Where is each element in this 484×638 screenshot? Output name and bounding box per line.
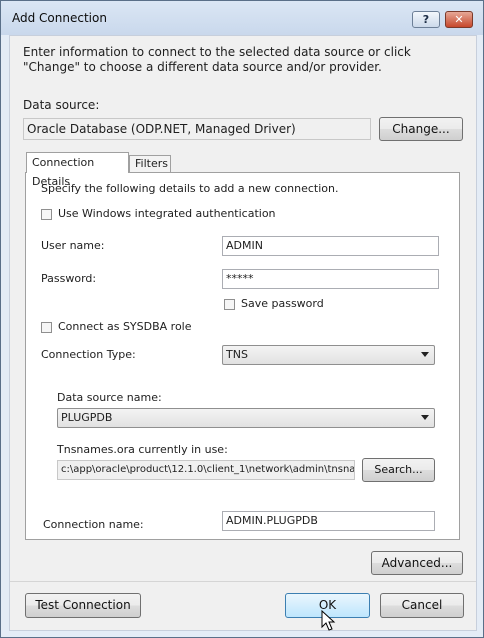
user-name-label: User name:: [41, 239, 105, 252]
chevron-down-icon: [421, 352, 429, 357]
connection-name-input[interactable]: ADMIN.PLUGPDB: [222, 511, 435, 531]
intro-text: Enter information to connect to the sele…: [23, 45, 411, 74]
password-input[interactable]: *****: [222, 269, 439, 289]
sysdba-checkbox[interactable]: [41, 322, 52, 333]
data-source-name-label: Data source name:: [57, 391, 162, 404]
add-connection-dialog: Add Connection ? ✕ Enter information to …: [0, 0, 484, 638]
data-source-name-value: PLUGPDB: [61, 411, 113, 424]
connection-type-value: TNS: [226, 348, 248, 361]
chevron-down-icon: [421, 415, 429, 420]
tnsnames-label: Tnsnames.ora currently in use:: [57, 443, 228, 456]
instructions-text: Specify the following details to add a n…: [41, 182, 339, 195]
sysdba-label: Connect as SYSDBA role: [58, 320, 192, 333]
data-source-field: Oracle Database (ODP.NET, Managed Driver…: [23, 118, 371, 140]
test-connection-button[interactable]: Test Connection: [25, 593, 141, 618]
tab-connection-details[interactable]: Connection Details: [26, 152, 129, 188]
connection-name-label: Connection name:: [43, 518, 144, 531]
user-name-input[interactable]: ADMIN: [222, 236, 439, 256]
password-label: Password:: [41, 272, 97, 285]
save-password-checkbox[interactable]: [224, 299, 235, 310]
windows-auth-label: Use Windows integrated authentication: [58, 207, 276, 220]
search-button[interactable]: Search...: [362, 458, 435, 482]
title-bar[interactable]: Add Connection ? ✕: [1, 1, 483, 35]
data-source-label: Data source:: [23, 98, 100, 112]
cancel-button[interactable]: Cancel: [380, 593, 464, 618]
tab-filters[interactable]: Filters: [129, 155, 171, 173]
window-title: Add Connection: [12, 11, 107, 25]
separator: [10, 581, 476, 582]
mouse-cursor-icon: [321, 610, 336, 631]
dialog-body: Enter information to connect to the sele…: [9, 35, 477, 631]
close-icon[interactable]: ✕: [445, 11, 473, 28]
advanced-button[interactable]: Advanced...: [371, 551, 463, 575]
tnsnames-field: c:\app\oracle\product\12.1.0\client_1\ne…: [57, 460, 355, 480]
connection-type-select[interactable]: TNS: [222, 345, 435, 365]
data-source-name-select[interactable]: PLUGPDB: [57, 408, 435, 428]
connection-details-panel: Specify the following details to add a n…: [25, 172, 460, 540]
connection-type-label: Connection Type:: [41, 348, 136, 361]
change-button[interactable]: Change...: [379, 117, 463, 141]
windows-auth-checkbox[interactable]: [41, 209, 52, 220]
save-password-label: Save password: [241, 297, 324, 310]
help-icon[interactable]: ?: [412, 11, 440, 28]
